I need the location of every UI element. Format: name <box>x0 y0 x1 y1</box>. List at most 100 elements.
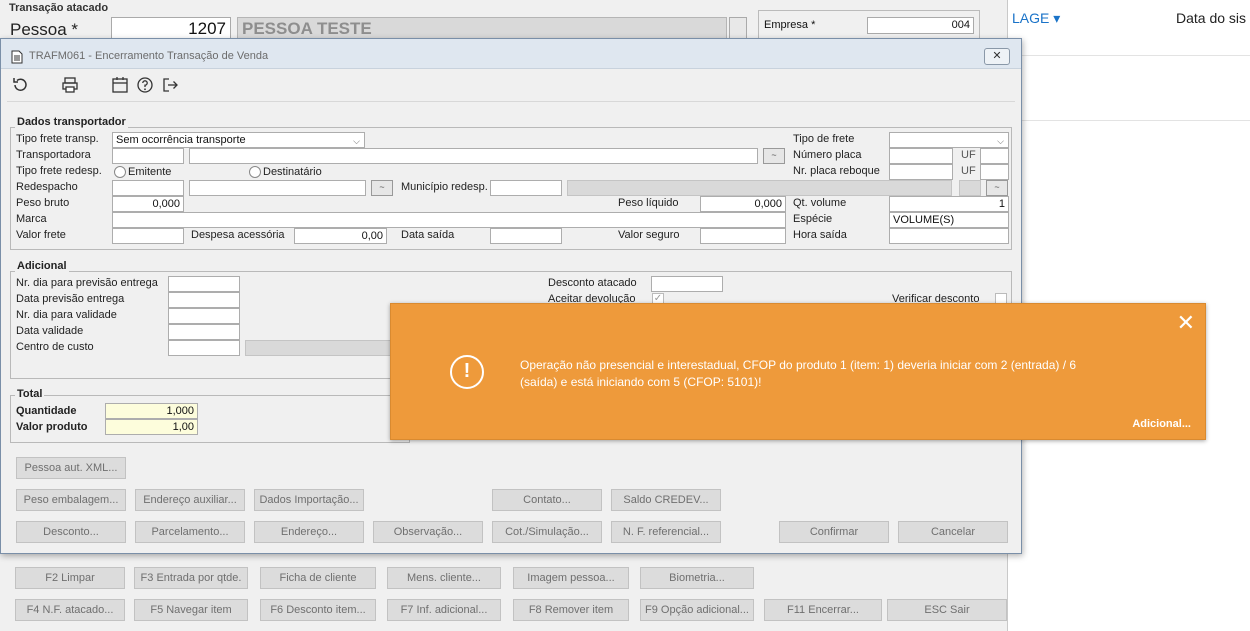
biometria-button[interactable]: Biometria... <box>640 567 754 589</box>
redespacho-label: Redespacho <box>16 181 78 193</box>
close-icon[interactable]: ✕ <box>1177 312 1195 334</box>
tipo-frete-select[interactable]: ⌵ <box>889 132 1009 148</box>
web-date-label: Data do sis <box>1176 10 1247 26</box>
refresh-icon[interactable] <box>10 76 30 96</box>
placa-uf-field[interactable] <box>980 148 1009 164</box>
pessoa-label: Pessoa * <box>10 20 79 39</box>
nr-placa-reboque-label: Nr. placa reboque <box>793 165 880 177</box>
calendar-icon[interactable] <box>110 76 130 96</box>
peso-liquido-field[interactable]: 0,000 <box>700 196 786 212</box>
reboque-uf-field[interactable] <box>980 164 1009 180</box>
nr-dia-validade-field[interactable] <box>168 308 240 324</box>
pessoa-code-field[interactable]: 1207 <box>111 17 231 39</box>
nr-dia-previsao-label: Nr. dia para previsão entrega <box>16 277 158 289</box>
web-nav-menu[interactable]: LAGE ▾ <box>1012 10 1060 27</box>
exit-icon[interactable] <box>160 76 180 96</box>
tipo-frete-transp-select[interactable]: Sem ocorrência transporte ⌵ <box>112 132 365 148</box>
imagem-pessoa-button[interactable]: Imagem pessoa... <box>513 567 629 589</box>
valor-frete-label: Valor frete <box>16 229 66 241</box>
marca-field[interactable] <box>112 212 786 228</box>
qt-volume-label: Qt. volume <box>793 197 847 209</box>
tipo-frete-transp-value: Sem ocorrência transporte <box>116 134 246 146</box>
data-validade-label: Data validade <box>16 325 84 337</box>
chevron-down-icon: ⌵ <box>997 136 1004 146</box>
redespacho-name-field[interactable] <box>189 180 366 196</box>
transportadora-label: Transportadora <box>16 149 91 161</box>
confirmar-button[interactable]: Confirmar <box>779 521 889 543</box>
valor-produto-field: 1,00 <box>105 419 198 435</box>
hora-saida-field[interactable] <box>889 228 1009 244</box>
transportadora-name-field[interactable] <box>189 148 758 164</box>
despesa-field[interactable]: 0,00 <box>294 228 387 244</box>
print-icon[interactable] <box>60 76 80 96</box>
data-saida-field[interactable] <box>490 228 562 244</box>
dialog-titlebar: TRAFM061 - Encerramento Transação de Ven… <box>1 39 1021 69</box>
endereco-button[interactable]: Endereço... <box>254 521 364 543</box>
pessoa-aut-xml-button[interactable]: Pessoa aut. XML... <box>16 457 126 479</box>
data-previsao-field[interactable] <box>168 292 240 308</box>
f11-encerrar-button[interactable]: F11 Encerrar... <box>764 599 882 621</box>
f9-opcao-adicional-button[interactable]: F9 Opção adicional... <box>640 599 754 621</box>
valor-frete-field[interactable] <box>112 228 184 244</box>
dialog-title: TRAFM061 - Encerramento Transação de Ven… <box>29 50 269 62</box>
contato-button[interactable]: Contato... <box>492 489 602 511</box>
nf-referencial-button[interactable]: N. F. referencial... <box>611 521 721 543</box>
f7-inf-adicional-button[interactable]: F7 Inf. adicional... <box>387 599 501 621</box>
cancelar-button[interactable]: Cancelar <box>898 521 1008 543</box>
peso-bruto-label: Peso bruto <box>16 197 70 209</box>
total-title: Total <box>15 388 45 400</box>
endereco-auxiliar-button[interactable]: Endereço auxiliar... <box>135 489 245 511</box>
especie-field[interactable]: VOLUME(S) <box>889 212 1009 228</box>
empresa-field[interactable]: 004 <box>867 17 974 34</box>
peso-bruto-field[interactable]: 0,000 <box>112 196 184 212</box>
f8-remover-item-button[interactable]: F8 Remover item <box>513 599 629 621</box>
mens-cliente-button[interactable]: Mens. cliente... <box>387 567 501 589</box>
desconto-button[interactable]: Desconto... <box>16 521 126 543</box>
destinatario-radio[interactable] <box>249 166 261 178</box>
f4-nf-atacado-button[interactable]: F4 N.F. atacado... <box>15 599 125 621</box>
transportadora-lookup-icon[interactable]: ~ <box>763 148 785 164</box>
exclamation-icon: ! <box>450 355 484 389</box>
data-validade-field[interactable] <box>168 324 240 340</box>
f3-entrada-button[interactable]: F3 Entrada por qtde. <box>134 567 248 589</box>
nr-dia-validade-label: Nr. dia para validade <box>16 309 117 321</box>
desconto-atacado-field[interactable] <box>651 276 723 292</box>
valor-seguro-field[interactable] <box>700 228 786 244</box>
saldo-credev-button[interactable]: Saldo CREDEV... <box>611 489 721 511</box>
dados-importacao-button[interactable]: Dados Importação... <box>254 489 364 511</box>
redespacho-lookup-icon[interactable]: ~ <box>371 180 393 196</box>
qt-volume-field[interactable]: 1 <box>889 196 1009 212</box>
uf-label: UF <box>961 165 976 177</box>
transportadora-code-field[interactable] <box>112 148 184 164</box>
encerramento-dialog: TRAFM061 - Encerramento Transação de Ven… <box>0 38 1022 554</box>
total-group <box>10 395 410 443</box>
f6-desconto-item-button[interactable]: F6 Desconto item... <box>260 599 376 621</box>
adicional-title: Adicional <box>15 260 69 272</box>
esc-sair-button[interactable]: ESC Sair <box>887 599 1007 621</box>
adicional-link[interactable]: Adicional... <box>1132 418 1191 430</box>
peso-embalagem-button[interactable]: Peso embalagem... <box>16 489 126 511</box>
tipo-frete-label: Tipo de frete <box>793 133 855 145</box>
observacao-button[interactable]: Observação... <box>373 521 483 543</box>
pessoa-lookup-button[interactable] <box>729 17 747 39</box>
nr-dia-previsao-field[interactable] <box>168 276 240 292</box>
emitente-radio[interactable] <box>114 166 126 178</box>
f2-limpar-button[interactable]: F2 Limpar <box>15 567 125 589</box>
parcelamento-button[interactable]: Parcelamento... <box>135 521 245 543</box>
municipio-code-field[interactable] <box>490 180 562 196</box>
despesa-label: Despesa acessória <box>191 229 285 241</box>
ficha-cliente-button[interactable]: Ficha de cliente <box>260 567 376 589</box>
centro-custo-code-field[interactable] <box>168 340 240 356</box>
placa-reboque-field[interactable] <box>889 164 953 180</box>
municipio-lookup-icon[interactable]: ~ <box>986 180 1008 196</box>
redespacho-code-field[interactable] <box>112 180 184 196</box>
dialog-close-button[interactable]: ✕ <box>984 48 1010 65</box>
municipio-redesp-label: Município redesp. <box>401 181 488 193</box>
f5-navegar-button[interactable]: F5 Navegar item <box>134 599 248 621</box>
help-icon[interactable] <box>135 76 155 96</box>
numero-placa-label: Número placa <box>793 149 862 161</box>
municipio-name-field <box>567 180 952 196</box>
numero-placa-field[interactable] <box>889 148 953 164</box>
transportador-title: Dados transportador <box>15 116 128 128</box>
cot-simulacao-button[interactable]: Cot./Simulação... <box>492 521 602 543</box>
